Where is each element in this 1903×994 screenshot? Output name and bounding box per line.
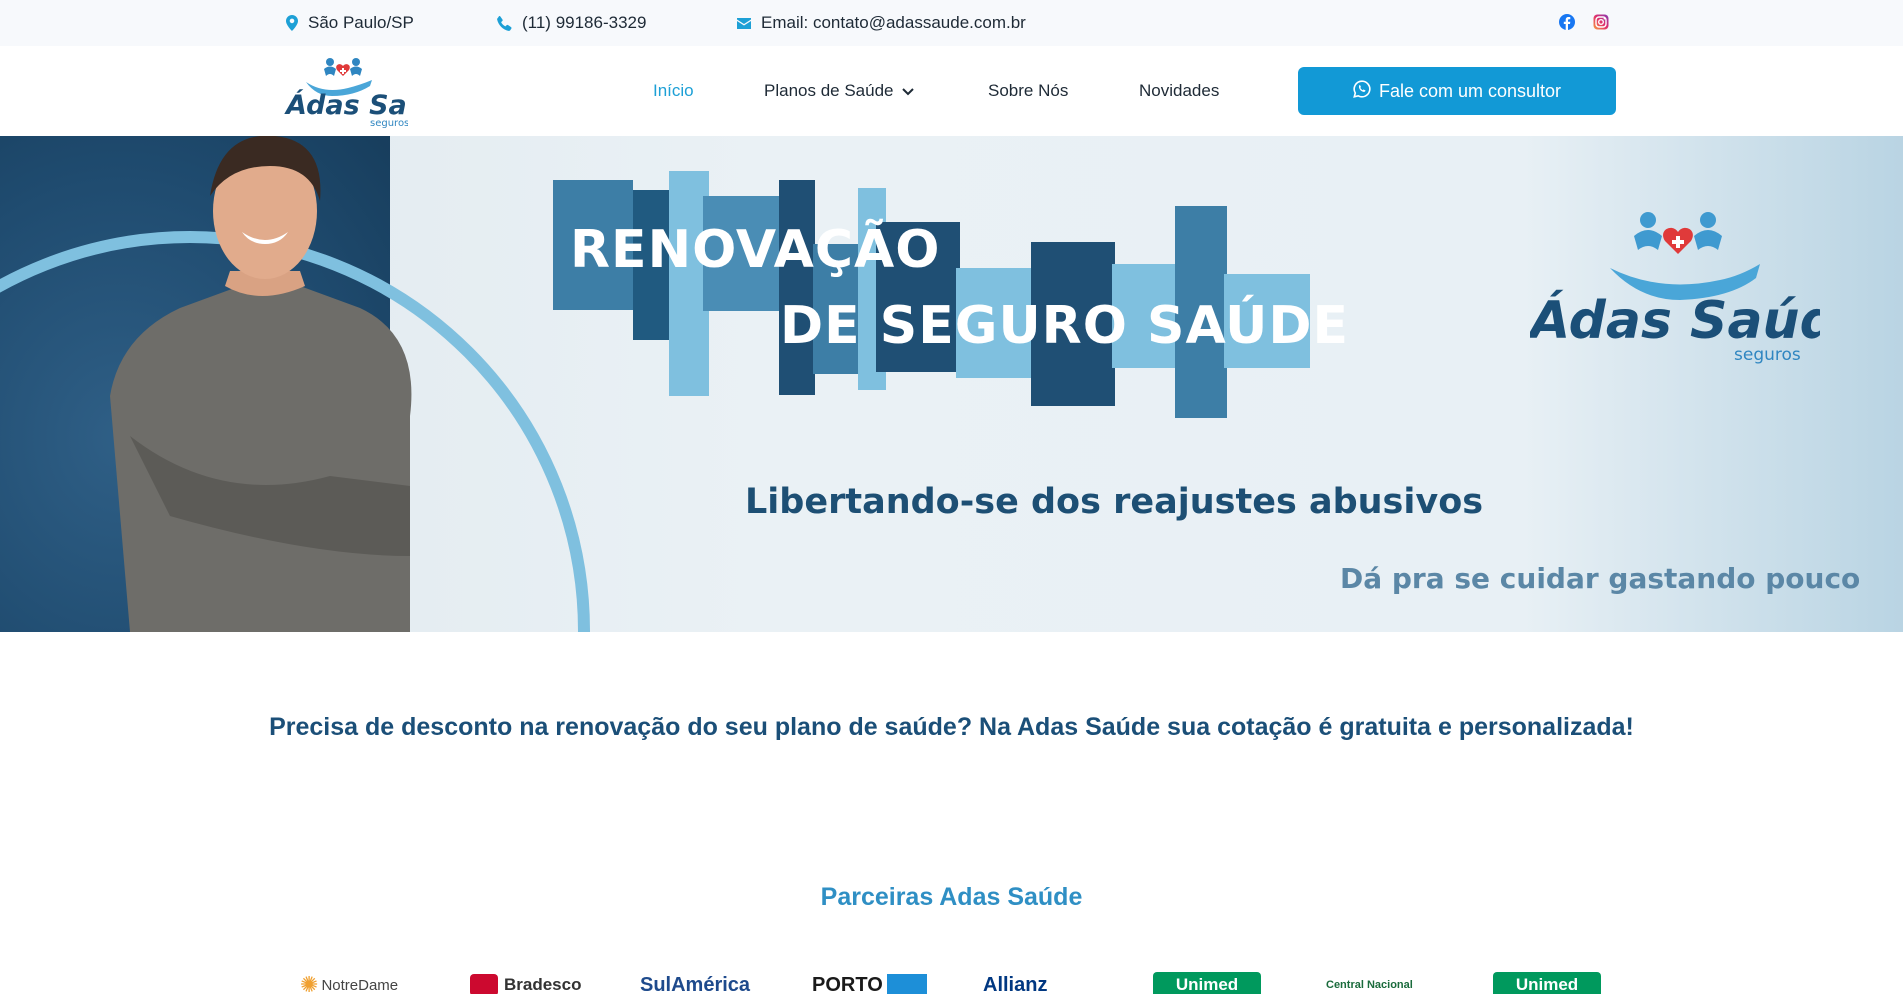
facebook-icon[interactable] xyxy=(1556,11,1578,33)
envelope-icon xyxy=(737,17,751,29)
nav-inicio-label: Início xyxy=(653,81,694,100)
partner-logo-central-nacional[interactable]: Central Nacional xyxy=(1326,972,1413,994)
partner-name: PORTO xyxy=(812,973,883,994)
partner-name: NotreDame xyxy=(321,976,399,994)
nav-planos-label: Planos de Saúde xyxy=(764,81,894,100)
partner-name: Bradesco xyxy=(504,975,582,994)
partner-name: Allianz xyxy=(983,973,1048,994)
chevron-down-icon xyxy=(901,81,914,101)
email-text: Email: contato@adassaude.com.br xyxy=(761,13,1026,32)
partner-logo-unimed-2[interactable]: Unimed xyxy=(1493,972,1601,994)
svg-text:seguros: seguros xyxy=(370,118,408,128)
brand-logo[interactable]: Ádas Saúde seguros xyxy=(284,52,464,129)
bradesco-icon xyxy=(470,974,498,994)
instagram-icon[interactable] xyxy=(1590,11,1612,33)
partner-logo-allianz[interactable]: Allianz xyxy=(983,972,1047,994)
partner-name: Central Nacional xyxy=(1326,979,1413,991)
cta-label: Fale com um consultor xyxy=(1378,80,1562,101)
partner-name: SulAmérica xyxy=(640,973,751,994)
hero-brand-logo: Ádas Saúde seguros xyxy=(1526,198,1872,368)
svg-text:seguros: seguros xyxy=(1734,345,1801,365)
partner-logo-notredame[interactable]: ✺ NotreDame xyxy=(300,972,398,994)
hero-title-line2: DE SEGURO SAÚDE xyxy=(780,296,1350,356)
nav-inicio[interactable]: Início xyxy=(653,46,694,136)
partner-logo-bradesco[interactable]: Bradesco xyxy=(470,972,581,994)
nav-planos-de-saude[interactable]: Planos de Saúde xyxy=(764,46,914,136)
location-text: São Paulo/SP xyxy=(308,13,414,32)
nav-sobre-label: Sobre Nós xyxy=(988,81,1069,100)
email-item[interactable]: Email: contato@adassaude.com.br xyxy=(737,0,1026,46)
partner-name: Unimed xyxy=(1515,975,1579,994)
porto-icon xyxy=(886,974,927,994)
phone-item[interactable]: (11) 99186-3329 xyxy=(497,0,646,46)
hero-banner: RENOVAÇÃO DE SEGURO SAÚDE Libertando-se … xyxy=(0,136,1903,632)
partner-logo-sulamerica[interactable]: SulAmérica xyxy=(640,972,750,994)
svg-text:Ádas Saúde: Ádas Saúde xyxy=(284,89,408,121)
location-item: São Paulo/SP xyxy=(286,0,414,46)
phone-text: (11) 99186-3329 xyxy=(522,13,647,32)
partner-name: Unimed xyxy=(1175,975,1239,994)
sun-icon: ✺ xyxy=(300,972,319,994)
svg-text:Ádas Saúde: Ádas Saúde xyxy=(1530,290,1820,351)
hero-subtitle: Libertando-se dos reajustes abusivos xyxy=(745,482,1484,522)
discount-headline: Precisa de desconto na renovação do seu … xyxy=(269,713,1634,741)
top-contact-bar: São Paulo/SP (11) 99186-3329 Email: cont… xyxy=(0,0,1903,46)
hero-title-line1: RENOVAÇÃO xyxy=(570,220,941,280)
whatsapp-icon xyxy=(1353,79,1371,103)
phone-icon xyxy=(497,15,512,31)
partners-logo-row: ✺ NotreDame Bradesco SulAmérica PORTO Al… xyxy=(0,972,1903,994)
nav-sobre-nos[interactable]: Sobre Nós xyxy=(988,46,1068,136)
nav-novidades-label: Novidades xyxy=(1139,81,1220,100)
map-pin-icon xyxy=(286,15,298,31)
spokesperson-image xyxy=(110,136,412,632)
partners-title: Parceiras Adas Saúde xyxy=(820,883,1083,911)
consultant-cta-button[interactable]: Fale com um consultor xyxy=(1298,67,1616,115)
partner-logo-porto[interactable]: PORTO xyxy=(812,972,927,994)
partner-logo-unimed[interactable]: Unimed xyxy=(1153,972,1261,994)
nav-novidades[interactable]: Novidades xyxy=(1139,46,1219,136)
hero-tagline: Dá pra se cuidar gastando pouco xyxy=(1340,562,1861,595)
